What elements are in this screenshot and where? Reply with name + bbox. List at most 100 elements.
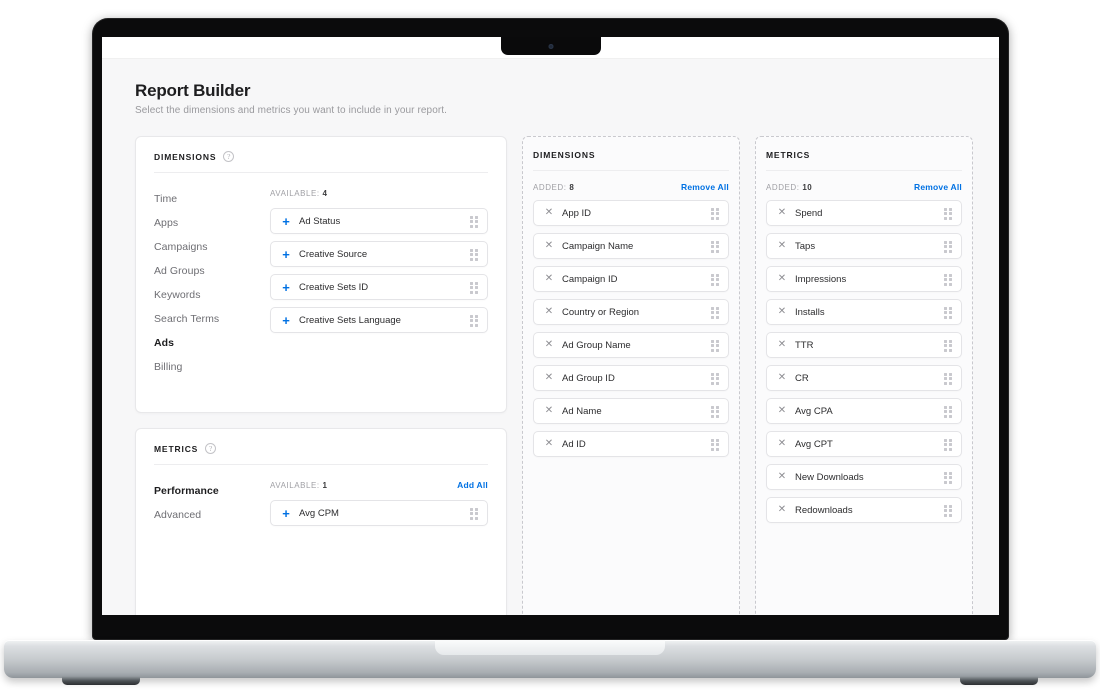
drag-handle-icon[interactable]: [944, 339, 953, 352]
drag-handle-icon[interactable]: [711, 306, 720, 319]
added-metrics-column: METRICS ADDED: 10 Remove All ✕ Spend ✕ T…: [755, 136, 973, 615]
added-dimension-item[interactable]: ✕ Ad ID: [533, 431, 729, 457]
metric-category-list: Performance Advanced: [154, 478, 270, 533]
remove-icon[interactable]: ✕: [543, 241, 555, 251]
help-icon[interactable]: ?: [223, 151, 235, 162]
available-dimension-item[interactable]: + Creative Sets Language: [270, 307, 488, 333]
drag-handle-icon[interactable]: [470, 314, 479, 327]
available-dimension-item[interactable]: + Creative Sets ID: [270, 274, 488, 300]
added-metric-item[interactable]: ✕ New Downloads: [766, 464, 962, 490]
added-dimension-item[interactable]: ✕ Campaign Name: [533, 233, 729, 259]
dimension-category-search-terms[interactable]: Search Terms: [154, 307, 270, 331]
drag-handle-icon[interactable]: [711, 405, 720, 418]
added-dimension-label: Campaign ID: [562, 273, 618, 285]
added-metric-item[interactable]: ✕ Impressions: [766, 266, 962, 292]
remove-icon[interactable]: ✕: [776, 406, 788, 416]
added-label: ADDED:: [533, 182, 567, 192]
drag-handle-icon[interactable]: [944, 306, 953, 319]
remove-icon[interactable]: ✕: [776, 340, 788, 350]
plus-icon[interactable]: +: [280, 507, 292, 520]
drag-handle-icon[interactable]: [711, 273, 720, 286]
added-dimensions-count: ADDED: 8: [533, 183, 574, 192]
remove-icon[interactable]: ✕: [543, 406, 555, 416]
remove-all-dimensions-button[interactable]: Remove All: [681, 182, 729, 192]
drag-handle-icon[interactable]: [711, 438, 720, 451]
available-label: AVAILABLE:: [270, 188, 320, 198]
remove-icon[interactable]: ✕: [776, 208, 788, 218]
plus-icon[interactable]: +: [280, 314, 292, 327]
added-metric-item[interactable]: ✕ Installs: [766, 299, 962, 325]
remove-icon[interactable]: ✕: [776, 472, 788, 482]
added-dimensions-panel[interactable]: DIMENSIONS ADDED: 8 Remove All ✕ App ID …: [522, 136, 740, 615]
metric-category-advanced[interactable]: Advanced: [154, 503, 270, 527]
drag-handle-icon[interactable]: [711, 240, 720, 253]
added-dimension-item[interactable]: ✕ Ad Group Name: [533, 332, 729, 358]
added-dimensions-header: DIMENSIONS: [523, 137, 739, 170]
remove-icon[interactable]: ✕: [776, 274, 788, 284]
available-column: DIMENSIONS ? Time Apps Campaigns Ad Grou…: [135, 136, 507, 615]
added-dimension-item[interactable]: ✕ Country or Region: [533, 299, 729, 325]
dimension-category-keywords[interactable]: Keywords: [154, 283, 270, 307]
added-metric-item[interactable]: ✕ TTR: [766, 332, 962, 358]
available-dimension-item[interactable]: + Creative Source: [270, 241, 488, 267]
drag-handle-icon[interactable]: [470, 248, 479, 261]
add-all-button[interactable]: Add All: [457, 480, 488, 490]
drag-handle-icon[interactable]: [944, 240, 953, 253]
added-dimension-item[interactable]: ✕ Ad Group ID: [533, 365, 729, 391]
remove-icon[interactable]: ✕: [776, 439, 788, 449]
drag-handle-icon[interactable]: [470, 507, 479, 520]
available-dimension-item[interactable]: + Ad Status: [270, 208, 488, 234]
drag-handle-icon[interactable]: [944, 504, 953, 517]
remove-icon[interactable]: ✕: [543, 340, 555, 350]
help-icon[interactable]: ?: [205, 443, 217, 454]
dimension-category-campaigns[interactable]: Campaigns: [154, 235, 270, 259]
drag-handle-icon[interactable]: [470, 215, 479, 228]
added-dimension-item[interactable]: ✕ Ad Name: [533, 398, 729, 424]
plus-icon[interactable]: +: [280, 215, 292, 228]
drag-handle-icon[interactable]: [944, 207, 953, 220]
drag-handle-icon[interactable]: [470, 281, 479, 294]
laptop-mockup: Report Builder Select the dimensions and…: [0, 0, 1100, 700]
remove-icon[interactable]: ✕: [543, 307, 555, 317]
added-metric-item[interactable]: ✕ Avg CPA: [766, 398, 962, 424]
drag-handle-icon[interactable]: [944, 471, 953, 484]
drag-handle-icon[interactable]: [711, 372, 720, 385]
remove-icon[interactable]: ✕: [543, 208, 555, 218]
drag-handle-icon[interactable]: [944, 372, 953, 385]
drag-handle-icon[interactable]: [944, 273, 953, 286]
remove-icon[interactable]: ✕: [776, 241, 788, 251]
added-dimension-item[interactable]: ✕ App ID: [533, 200, 729, 226]
drag-handle-icon[interactable]: [944, 405, 953, 418]
added-metrics-panel[interactable]: METRICS ADDED: 10 Remove All ✕ Spend ✕ T…: [755, 136, 973, 615]
drag-handle-icon[interactable]: [711, 339, 720, 352]
added-metric-item[interactable]: ✕ Redownloads: [766, 497, 962, 523]
plus-icon[interactable]: +: [280, 281, 292, 294]
remove-icon[interactable]: ✕: [776, 373, 788, 383]
remove-icon[interactable]: ✕: [776, 505, 788, 515]
dimension-category-billing[interactable]: Billing: [154, 355, 270, 379]
page-title-text: Report Builder: [135, 81, 251, 100]
added-metric-item[interactable]: ✕ Avg CPT: [766, 431, 962, 457]
plus-icon[interactable]: +: [280, 248, 292, 261]
dimension-category-apps[interactable]: Apps: [154, 211, 270, 235]
dimension-category-time[interactable]: Time: [154, 187, 270, 211]
added-metric-label: New Downloads: [795, 471, 864, 483]
available-dimensions-list-wrap: AVAILABLE: 4 + Ad Status + Creative Sour…: [270, 186, 488, 379]
dimension-category-ad-groups[interactable]: Ad Groups: [154, 259, 270, 283]
remove-icon[interactable]: ✕: [543, 373, 555, 383]
added-dimensions-meta: ADDED: 8 Remove All: [523, 171, 739, 200]
drag-handle-icon[interactable]: [944, 438, 953, 451]
remove-icon[interactable]: ✕: [776, 307, 788, 317]
added-metric-item[interactable]: ✕ Taps: [766, 233, 962, 259]
added-metric-item[interactable]: ✕ CR: [766, 365, 962, 391]
remove-icon[interactable]: ✕: [543, 274, 555, 284]
available-dimensions-card: DIMENSIONS ? Time Apps Campaigns Ad Grou…: [135, 136, 507, 413]
available-metric-item[interactable]: + Avg CPM: [270, 500, 488, 526]
added-metric-item[interactable]: ✕ Spend: [766, 200, 962, 226]
remove-icon[interactable]: ✕: [543, 439, 555, 449]
drag-handle-icon[interactable]: [711, 207, 720, 220]
metric-category-performance[interactable]: Performance: [154, 479, 270, 503]
remove-all-metrics-button[interactable]: Remove All: [914, 182, 962, 192]
added-dimension-item[interactable]: ✕ Campaign ID: [533, 266, 729, 292]
dimension-category-ads[interactable]: Ads: [154, 331, 270, 355]
